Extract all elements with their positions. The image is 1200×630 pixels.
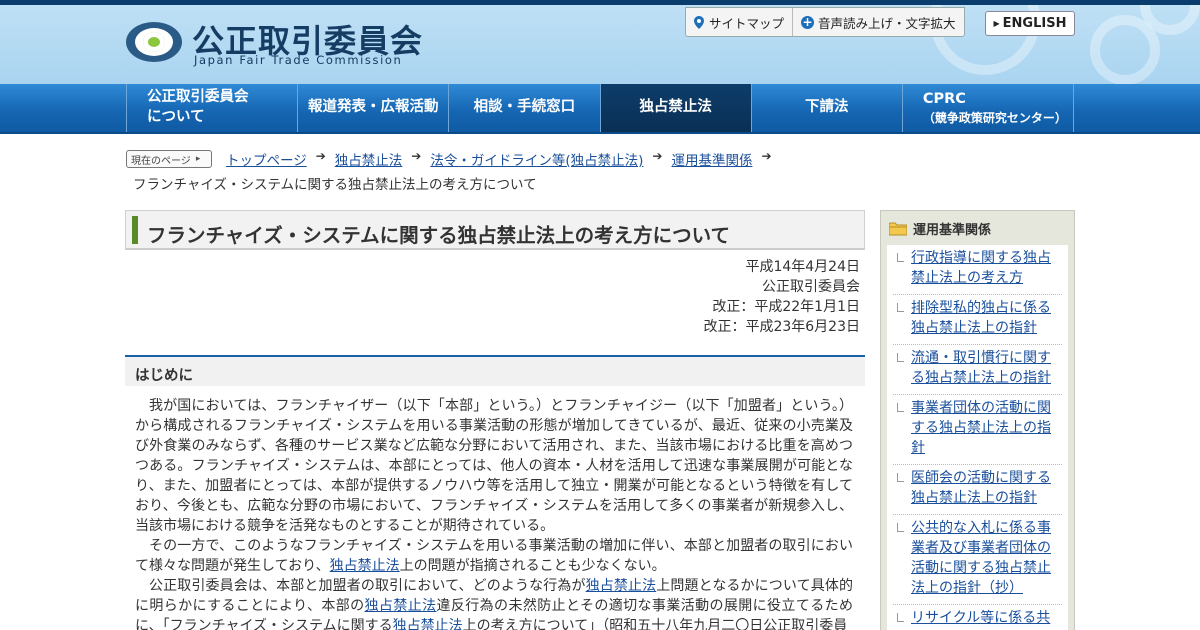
arrow-right-icon: ➔ [315, 149, 326, 163]
breadcrumb: トップページ ➔ 独占禁止法 ➔ 法令・ガイドライン等(独占禁止法) ➔ 運用基… [226, 149, 781, 169]
breadcrumb-link-guidelines[interactable]: 法令・ガイドライン等(独占禁止法) [430, 149, 643, 169]
english-label: ENGLISH [1002, 16, 1067, 31]
tree-branch-icon [897, 403, 904, 412]
nav-item-subcontract[interactable]: 下請法 [750, 84, 902, 132]
meta-date: 平成14年4月24日 [745, 259, 860, 275]
tree-branch-icon [897, 353, 904, 362]
antimonopoly-law-link[interactable]: 独占禁止法 [365, 598, 437, 614]
global-nav-items: 公正取引委員会 について 報道発表・広報活動 相談・手続窓口 独占禁止法 下請法… [126, 84, 1075, 132]
sidebar: 運用基準関係 行政指導に関する独占禁止法上の考え方 排除型私的独占に係る独占禁止… [880, 210, 1075, 630]
arrow-right-icon: ▶ [993, 19, 1000, 28]
text: 上の問題が指摘されることも少なくない。 [399, 558, 666, 574]
utility-links: サイトマップ + 音声読み上げ・文字拡大 [685, 7, 965, 37]
plus-circle-icon: + [801, 14, 815, 29]
nav-item-label: 公正取引委員会 について [147, 88, 249, 127]
sidebar-list: 行政指導に関する独占禁止法上の考え方 排除型私的独占に係る独占禁止法上の指針 流… [887, 245, 1068, 630]
logo-subtitle[interactable]: Japan Fair Trade Commission [194, 53, 402, 67]
english-button[interactable]: ▶ ENGLISH [985, 11, 1075, 36]
sidebar-heading: 運用基準関係 [889, 219, 991, 238]
global-nav: 公正取引委員会 について 報道発表・広報活動 相談・手続窓口 独占禁止法 下請法… [0, 84, 1200, 134]
arrow-right-icon: ➔ [761, 149, 772, 163]
nav-label-line1: CPRC [922, 91, 966, 108]
antimonopoly-law-link[interactable]: 独占禁止法 [330, 558, 400, 574]
meta-revision-2: 改正：平成23年6月23日 [703, 319, 860, 335]
nav-item-about[interactable]: 公正取引委員会 について [126, 84, 297, 132]
tree-branch-icon [897, 303, 904, 312]
paragraph: その一方で、このようなフランチャイズ・システムを用いる事業活動の増加に伴い、本部… [135, 536, 853, 576]
meta-issuer: 公正取引委員会 [762, 279, 860, 295]
breadcrumb-link-operations[interactable]: 運用基準関係 [671, 149, 752, 169]
tree-branch-icon [897, 253, 904, 262]
sidebar-item[interactable]: 事業者団体の活動に関する独占禁止法上の指針 [893, 395, 1062, 465]
nav-item-label: 相談・手続窓口 [473, 99, 576, 116]
sidebar-item[interactable]: 排除型私的独占に係る独占禁止法上の指針 [893, 295, 1062, 345]
paragraph: 公正取引委員会は、本部と加盟者の取引において、どのような行為が独占禁止法上問題と… [135, 576, 853, 630]
accessibility-label: 音声読み上げ・文字拡大 [818, 15, 956, 31]
arrow-right-icon: ➔ [411, 149, 422, 163]
page-title-box: フランチャイズ・システムに関する独占禁止法上の考え方について [125, 210, 865, 250]
sidebar-heading-label: 運用基準関係 [913, 223, 992, 238]
sidebar-item-link[interactable]: 医師会の活動に関する独占禁止法上の指針 [911, 470, 1051, 506]
breadcrumb-link-top[interactable]: トップページ [226, 149, 307, 169]
breadcrumb-link-antimonopoly[interactable]: 独占禁止法 [335, 149, 403, 169]
nav-item-antimonopoly[interactable]: 独占禁止法 [599, 84, 751, 132]
tree-branch-icon [897, 523, 904, 532]
text: 上の考え方について」（昭和五十八年九月二〇日公正取引委員 [462, 618, 848, 630]
sidebar-item[interactable]: 公共的な入札に係る事業者及び事業者団体の活動に関する独占禁止法上の指針（抄） [893, 515, 1062, 605]
antimonopoly-law-link[interactable]: 独占禁止法 [393, 618, 463, 630]
section-header: はじめに [125, 355, 865, 386]
nav-item-label: 独占禁止法 [639, 99, 712, 116]
jftc-logo-icon[interactable] [126, 22, 182, 62]
paragraph: 我が国においては、フランチャイザー（以下「本部」という。）とフランチャイジー（以… [135, 398, 853, 534]
nav-item-consultation[interactable]: 相談・手続窓口 [448, 84, 599, 132]
breadcrumb-current: フランチャイズ・システムに関する独占禁止法上の考え方について [133, 177, 537, 193]
folder-icon [889, 222, 907, 235]
sidebar-item[interactable]: リサイクル等に係る共 [893, 605, 1062, 630]
nav-item-label: 報道発表・広報活動 [308, 99, 439, 116]
nav-label-line2: について [147, 109, 205, 125]
meta-revision-1: 改正：平成22年1月1日 [712, 299, 860, 315]
section-title: はじめに [135, 368, 193, 384]
sidebar-item-link[interactable]: 事業者団体の活動に関する独占禁止法上の指針 [911, 400, 1051, 456]
sidebar-item-link[interactable]: 排除型私的独占に係る独占禁止法上の指針 [911, 300, 1051, 336]
title-accent-bar [132, 216, 138, 244]
accessibility-link[interactable]: + 音声読み上げ・文字拡大 [792, 8, 964, 36]
sitemap-link[interactable]: サイトマップ [686, 8, 792, 36]
tree-branch-icon [897, 613, 904, 622]
nav-item-press[interactable]: 報道発表・広報活動 [297, 84, 448, 132]
tree-branch-icon [897, 473, 904, 482]
antimonopoly-law-link[interactable]: 独占禁止法 [586, 578, 657, 594]
sidebar-item-link[interactable]: 行政指導に関する独占禁止法上の考え方 [911, 250, 1051, 286]
article-body: 我が国においては、フランチャイザー（以下「本部」という。）とフランチャイジー（以… [135, 396, 853, 630]
nav-item-cprc[interactable]: CPRC （競争政策研究センター） [901, 84, 1075, 132]
sidebar-item-link[interactable]: 公共的な入札に係る事業者及び事業者団体の活動に関する独占禁止法上の指針（抄） [911, 520, 1051, 596]
text: 公正取引委員会は、本部と加盟者の取引において、どのような行為が [149, 578, 586, 594]
arrow-right-icon: ➔ [652, 149, 663, 163]
sidebar-item[interactable]: 医師会の活動に関する独占禁止法上の指針 [893, 465, 1062, 515]
sitemap-label: サイトマップ [709, 15, 785, 31]
nav-label-line2: （競争政策研究センター） [922, 110, 1067, 125]
document-meta: 平成14年4月24日 公正取引委員会 改正：平成22年1月1日 改正：平成23年… [703, 257, 860, 337]
breadcrumb-badge: 現在のページ [126, 150, 212, 168]
nav-label-line1: 公正取引委員会 [147, 89, 249, 106]
site-header: 公正取引委員会 Japan Fair Trade Commission サイトマ… [0, 5, 1200, 84]
sidebar-item[interactable]: 流通・取引慣行に関する独占禁止法上の指針 [893, 345, 1062, 395]
nav-item-label: CPRC （競争政策研究センター） [923, 90, 1067, 126]
page-title: フランチャイズ・システムに関する独占禁止法上の考え方について [147, 224, 731, 247]
sidebar-item-link[interactable]: 流通・取引慣行に関する独占禁止法上の指針 [911, 350, 1051, 386]
sidebar-item-link[interactable]: リサイクル等に係る共 [911, 610, 1050, 626]
nav-item-label: 下請法 [805, 99, 849, 116]
map-pin-icon [694, 15, 704, 29]
sidebar-item[interactable]: 行政指導に関する独占禁止法上の考え方 [893, 245, 1062, 295]
